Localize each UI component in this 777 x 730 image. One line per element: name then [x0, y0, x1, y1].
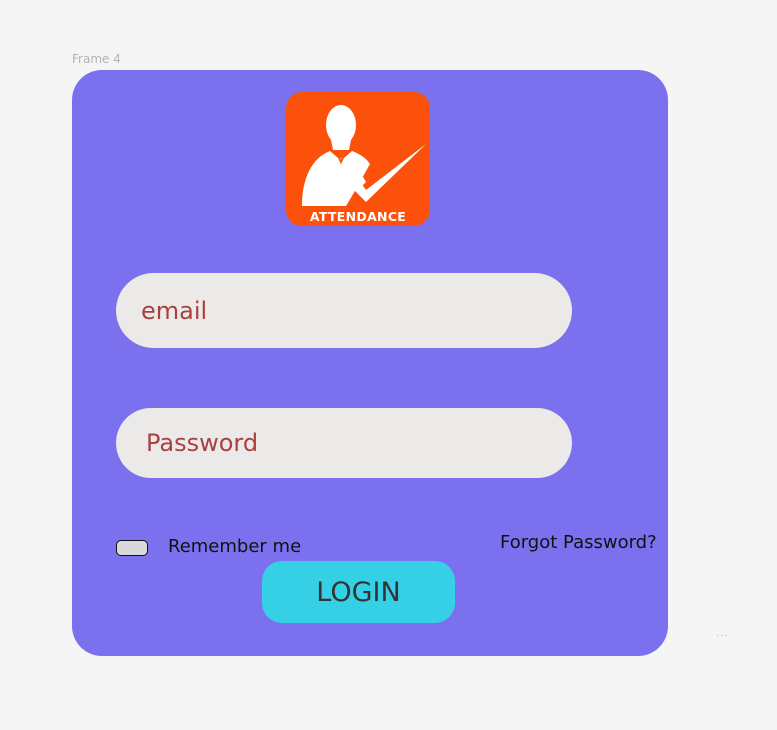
login-button[interactable]: LOGIN — [262, 561, 455, 623]
password-field[interactable]: Password — [116, 408, 572, 478]
logo-text: ATTENDANCE — [309, 209, 407, 224]
password-placeholder: Password — [146, 429, 259, 457]
attendance-logo: ATTENDANCE — [286, 92, 430, 226]
ellipsis-icon[interactable]: ... — [716, 628, 729, 639]
person-check-icon — [302, 105, 426, 206]
login-frame: ATTENDANCE email Password Remember me Fo… — [72, 70, 668, 656]
remember-me-checkbox[interactable] — [116, 540, 148, 556]
remember-me-label: Remember me — [168, 536, 302, 557]
forgot-password-link[interactable]: Forgot Password? — [500, 532, 657, 553]
email-placeholder: email — [141, 296, 208, 325]
frame-label[interactable]: Frame 4 — [72, 52, 121, 66]
email-field[interactable]: email — [116, 273, 572, 348]
